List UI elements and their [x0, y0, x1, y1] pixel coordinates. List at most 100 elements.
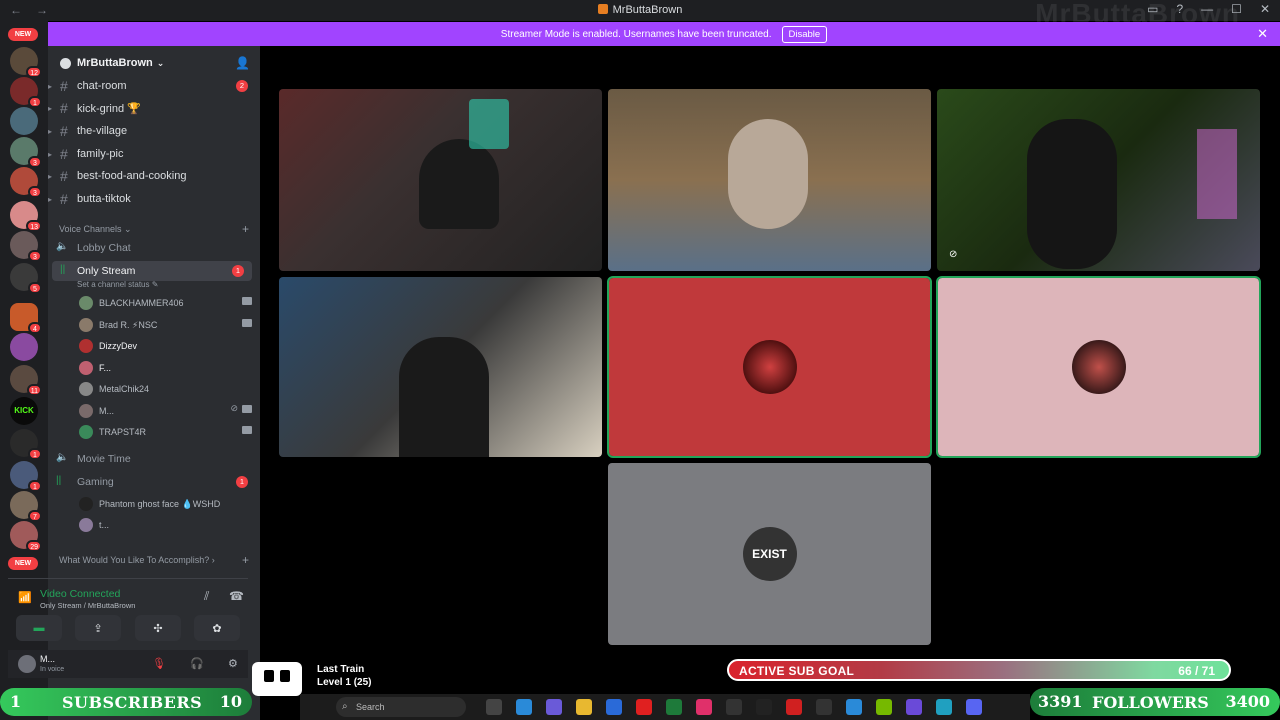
voice-channel-only-stream[interactable]: || Only Stream 1: [52, 261, 252, 281]
muted-mic-icon: ⊘: [230, 403, 238, 413]
follower-count: 3391: [1038, 692, 1083, 711]
minimize-button[interactable]: —: [1201, 2, 1213, 16]
server-icon[interactable]: 5: [10, 263, 42, 294]
server-icon[interactable]: [10, 107, 38, 135]
headphones-icon[interactable]: 🎧: [190, 657, 204, 670]
youtube-icon[interactable]: [636, 699, 652, 715]
logo-bar: [280, 670, 290, 682]
close-window-button[interactable]: ✕: [1260, 2, 1270, 16]
server-icon[interactable]: 3: [10, 137, 42, 168]
video-tile-avatar[interactable]: EXIST: [608, 463, 931, 645]
server-icon[interactable]: 1: [10, 77, 42, 108]
app-icon[interactable]: [696, 699, 712, 715]
sub-goal-bar: ACTIVE SUB GOAL 66 / 71: [727, 659, 1231, 681]
video-tile[interactable]: [279, 89, 602, 271]
voice-member[interactable]: MetalChik24: [76, 380, 252, 398]
unread-indicator-icon: ▸: [48, 103, 53, 113]
activities-button[interactable]: ✣: [135, 615, 181, 641]
username: M...: [40, 654, 55, 664]
server-icon[interactable]: 13: [10, 201, 42, 232]
channel-chat-room[interactable]: ▸ # chat-room 2: [48, 76, 260, 96]
app-icon[interactable]: [906, 699, 922, 715]
taskbar-search[interactable]: ⌕ Search: [336, 697, 466, 717]
app-icon[interactable]: [606, 699, 622, 715]
voice-member[interactable]: TRAPST4R: [76, 423, 252, 441]
set-channel-status[interactable]: Set a channel status ✎: [77, 280, 158, 289]
voice-member[interactable]: BLACKHAMMER406: [76, 294, 252, 312]
voice-channel-movie-time[interactable]: 🔈 Movie Time: [48, 449, 260, 469]
server-icon[interactable]: 4: [10, 303, 42, 334]
voice-status[interactable]: Video Connected: [40, 588, 120, 600]
server-icon[interactable]: 3: [10, 231, 42, 262]
server-icon[interactable]: 1: [10, 461, 42, 492]
video-tile[interactable]: ⊘: [937, 89, 1260, 271]
video-tile-avatar[interactable]: [936, 276, 1261, 458]
channel-the-village[interactable]: ▸ # the-village: [48, 121, 260, 141]
voice-member[interactable]: Brad R. ⚡NSC: [76, 316, 252, 334]
disable-streamer-mode-button[interactable]: Disable: [781, 25, 828, 43]
video-tile-avatar[interactable]: [607, 276, 932, 458]
voice-channel-gaming[interactable]: || Gaming 1: [48, 472, 260, 492]
app-icon[interactable]: [756, 699, 772, 715]
create-channel-icon[interactable]: +: [242, 222, 249, 236]
server-icon[interactable]: 1: [10, 429, 42, 460]
browser-icon[interactable]: [936, 699, 952, 715]
app-icon[interactable]: [816, 699, 832, 715]
video-tile[interactable]: [279, 277, 602, 457]
add-member-icon[interactable]: 👤: [235, 56, 250, 70]
channel-kick-grind[interactable]: ▸ # kick-grind 🏆: [48, 98, 260, 118]
avatar[interactable]: [18, 655, 36, 673]
disconnect-icon[interactable]: ☎: [229, 589, 244, 603]
app-icon[interactable]: [666, 699, 682, 715]
server-icon[interactable]: 12: [10, 47, 42, 78]
camera-icon: [242, 297, 252, 305]
app-icon[interactable]: [726, 699, 742, 715]
channel-butta-tiktok[interactable]: ▸ # butta-tiktok: [48, 189, 260, 209]
create-channel-icon[interactable]: +: [242, 553, 249, 567]
soundboard-button[interactable]: ✿: [194, 615, 240, 641]
help-icon[interactable]: ?: [1176, 2, 1183, 16]
app-icon[interactable]: [876, 699, 892, 715]
app-icon[interactable]: [786, 699, 802, 715]
server-icon[interactable]: [10, 333, 38, 361]
category-accomplish[interactable]: What Would You Like To Accomplish? › +: [59, 553, 249, 567]
window-titlebar: ← → MrButtaBrown MrButtaBrown ▭ ? — ☐ ✕: [0, 0, 1280, 29]
kick-server-icon[interactable]: KICK: [10, 397, 38, 425]
noise-suppression-icon[interactable]: ⫽: [204, 589, 209, 604]
app-icon[interactable]: [516, 699, 532, 715]
app-icon[interactable]: [846, 699, 862, 715]
voice-member[interactable]: Phantom ghost face 💧WSHD: [76, 495, 252, 513]
voice-member[interactable]: M... ⊘: [76, 402, 252, 420]
channel-best-food[interactable]: ▸ # best-food-and-cooking: [48, 166, 260, 186]
server-icon[interactable]: 3: [10, 167, 42, 198]
gear-icon[interactable]: ⚙: [228, 657, 238, 670]
task-view-icon[interactable]: [486, 699, 502, 715]
unread-indicator-icon: ▸: [48, 81, 53, 91]
category-voice-channels[interactable]: Voice Channels ⌄ +: [59, 222, 249, 236]
app-icon[interactable]: [546, 699, 562, 715]
server-icon[interactable]: 11: [10, 365, 42, 396]
muted-mic-icon: ⊘: [949, 249, 958, 260]
avatar: [79, 318, 93, 332]
video-tile[interactable]: [608, 89, 931, 271]
server-icon[interactable]: 29: [10, 521, 42, 552]
signal-icon: 📶: [18, 592, 32, 604]
inbox-icon[interactable]: ▭: [1147, 2, 1158, 16]
server-badge: 1: [28, 480, 42, 492]
discord-icon[interactable]: [966, 699, 982, 715]
camera-button[interactable]: ▬: [16, 615, 62, 641]
voice-member[interactable]: DizzyDev: [76, 337, 252, 355]
close-banner-icon[interactable]: ✕: [1257, 26, 1268, 42]
maximize-button[interactable]: ☐: [1231, 2, 1242, 16]
voice-member[interactable]: t...: [76, 516, 252, 534]
screen-share-button[interactable]: ⇪: [75, 615, 121, 641]
mic-muted-icon[interactable]: 🎙: [152, 657, 166, 670]
channel-family-pic[interactable]: ▸ # family-pic: [48, 144, 260, 164]
voice-channel-lobby[interactable]: 🔈 Lobby Chat: [48, 238, 260, 258]
server-icon[interactable]: 7: [10, 491, 42, 522]
server-header[interactable]: MrButtaBrown ⌄ 👤: [48, 52, 260, 74]
voice-member[interactable]: F...: [76, 359, 252, 377]
channel-name: butta-tiktok: [77, 193, 131, 205]
channel-name: the-village: [77, 125, 128, 137]
folder-icon[interactable]: [576, 699, 592, 715]
